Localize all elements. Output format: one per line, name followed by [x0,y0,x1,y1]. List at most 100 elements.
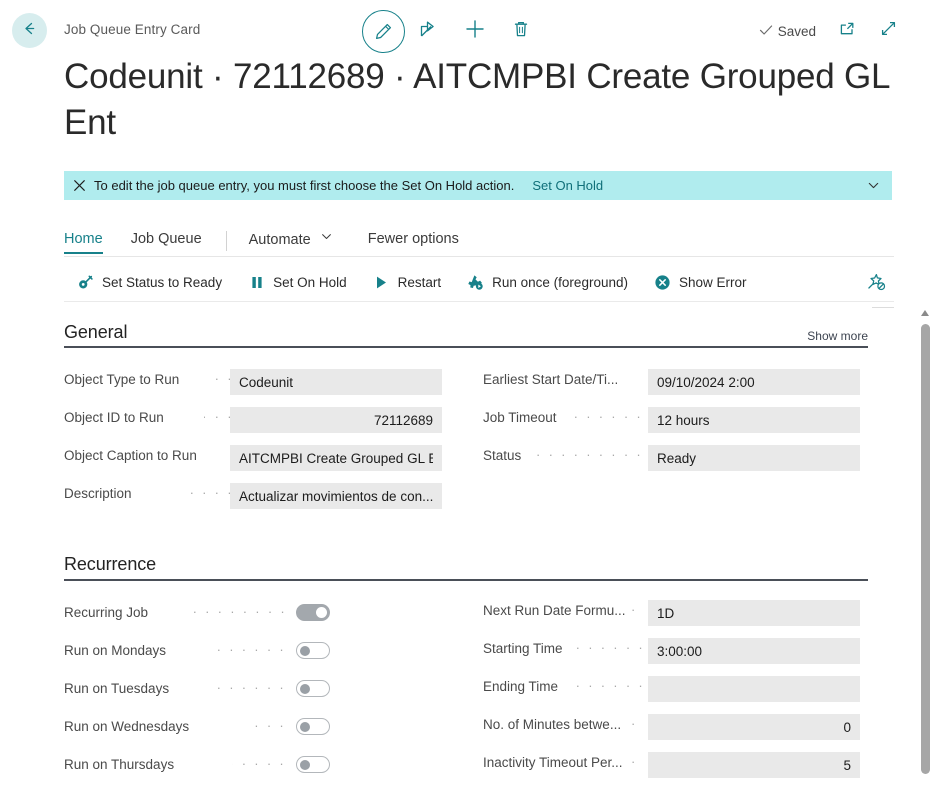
tab-job-queue-label: Job Queue [130,231,202,247]
expand-arrows-icon [879,19,898,43]
field-label: Recurring Job [64,605,149,620]
field-value[interactable]: 1D [648,600,860,626]
field-run-on-wednesdays: Run on Wednesdays · · · · [64,716,444,742]
field-value[interactable]: Actualizar movimientos de con... [230,483,442,509]
check-icon [759,23,773,40]
run-once-foreground-label: Run once (foreground) [492,274,628,290]
set-on-hold-button[interactable]: Set On Hold [248,274,347,291]
field-value[interactable]: 0 [648,714,860,740]
field-object-caption-to-run: Object Caption to Run · · · · · · · · · … [64,445,444,471]
field-object-id-to-run: Object ID to Run · · · · · · · · · · · 7… [64,407,444,433]
show-more-link[interactable]: Show more [807,329,868,343]
toggle-knob [299,721,310,732]
set-on-hold-label: Set On Hold [273,274,347,290]
toggle-run-on-wednesdays[interactable] [296,718,330,735]
tab-job-queue[interactable]: Job Queue [131,231,202,251]
field-label: No. of Minutes betwe... [483,717,622,732]
toggle-run-on-mondays[interactable] [296,642,330,659]
field-label: Starting Time [483,641,563,656]
pencil-icon [361,9,405,53]
error-circle-icon [654,274,671,291]
field-label: Run on Tuesdays [64,681,170,696]
close-icon[interactable] [64,179,94,192]
plus-icon [463,17,487,46]
field-value[interactable]: 3:00:00 [648,638,860,664]
toggle-knob [299,683,310,694]
restart-button[interactable]: Restart [373,274,442,291]
run-once-foreground-button[interactable]: Run once (foreground) [467,274,628,291]
scrollbar-top-divider [872,307,894,308]
field-value-text: 3:00:00 [657,643,703,659]
field-value[interactable] [648,676,860,702]
field-value[interactable]: 5 [648,752,860,778]
field-value[interactable]: 72112689 [230,407,442,433]
field-earliest-start-datetime: Earliest Start Date/Ti... · · · 09/10/20… [483,369,863,395]
chevron-down-icon[interactable] [867,179,880,195]
toggle-run-on-thursdays[interactable] [296,756,330,773]
notification-bar: To edit the job queue entry, you must fi… [64,171,892,200]
field-value[interactable]: AITCMPBI Create Grouped GL E... [230,445,442,471]
toggle-run-on-tuesdays[interactable] [296,680,330,697]
unpin-icon[interactable] [866,272,888,299]
field-value[interactable]: 12 hours [648,407,860,433]
breadcrumb[interactable]: Job Queue Entry Card [64,22,200,37]
page-title: Codeunit · 72112689 · AITCMPBI Create Gr… [64,57,890,143]
tab-bar: Home Job Queue Automate Fewer options [64,226,894,256]
tab-automate-label: Automate [248,232,311,248]
dot-leader: · [631,716,638,731]
field-value[interactable]: 09/10/2024 2:00 [648,369,860,395]
restart-label: Restart [397,274,442,290]
open-new-window-icon [838,19,857,43]
scrollbar-thumb[interactable] [920,324,930,774]
recurrence-section-divider [64,579,868,581]
field-label: Run on Thursdays [64,757,175,772]
field-inactivity-timeout-period: Inactivity Timeout Per... · 5 [483,752,863,778]
share-button[interactable] [406,8,452,54]
edit-button[interactable] [360,8,406,54]
field-starting-time: Starting Time · · · · · · · · · 3:00:00 [483,638,863,664]
field-value-text: Ready [657,450,697,466]
notification-action-set-on-hold[interactable]: Set On Hold [532,178,603,193]
field-value-text: AITCMPBI Create Grouped GL E... [239,450,433,466]
tab-home[interactable]: Home [64,231,103,254]
tab-fewer-options[interactable]: Fewer options [368,231,459,251]
vertical-scrollbar[interactable] [918,307,932,787]
field-job-timeout: Job Timeout · · · · · · · · · · · 12 hou… [483,407,863,433]
field-label: Run on Mondays [64,643,167,658]
field-run-on-mondays: Run on Mondays · · · · · · · [64,640,444,666]
field-label: Earliest Start Date/Ti... [483,372,619,387]
dot-leader: · · · · · · · · · [571,640,645,655]
tab-automate[interactable]: Automate [249,230,332,252]
action-ribbon: Set Status to Ready Set On Hold Restart [64,266,894,298]
right-command-group: Saved [759,19,898,43]
delete-button[interactable] [498,8,544,54]
field-value-text: 12 hours [657,412,710,428]
set-status-to-ready-button[interactable]: Set Status to Ready [77,274,222,291]
field-recurring-job: Recurring Job · · · · · · · · · [64,602,444,628]
tab-separator [225,231,227,251]
trash-icon [510,18,532,45]
arrow-left-icon [21,20,38,42]
job-queue-entry-card-page: Job Queue Entry Card Saved Codeunit · 72… [0,0,936,787]
field-value-text: 72112689 [373,412,433,428]
field-label: Run on Wednesdays [64,719,190,734]
toggle-knob [299,759,310,770]
field-object-type-to-run: Object Type to Run · · · · · · · · · · ·… [64,369,444,395]
show-error-button[interactable]: Show Error [654,274,747,291]
toggle-recurring-job[interactable] [296,604,330,621]
field-label: Object ID to Run [64,410,164,425]
back-button[interactable] [12,13,47,48]
new-button[interactable] [452,8,498,54]
field-ending-time: Ending Time · · · · · · · · · [483,676,863,702]
fullscreen-button[interactable] [879,19,898,43]
dot-leader: · · · · · · · · · [192,604,287,619]
field-label: Status [483,448,522,463]
field-value[interactable]: Ready [648,445,860,471]
set-status-to-ready-label: Set Status to Ready [102,274,223,290]
field-value[interactable]: Codeunit [230,369,442,395]
caret-up-icon[interactable] [921,310,929,316]
open-in-new-window-button[interactable] [838,19,857,43]
set-ready-icon [77,274,94,291]
field-label: Job Timeout [483,410,557,425]
field-value-text: 09/10/2024 2:00 [657,374,755,390]
